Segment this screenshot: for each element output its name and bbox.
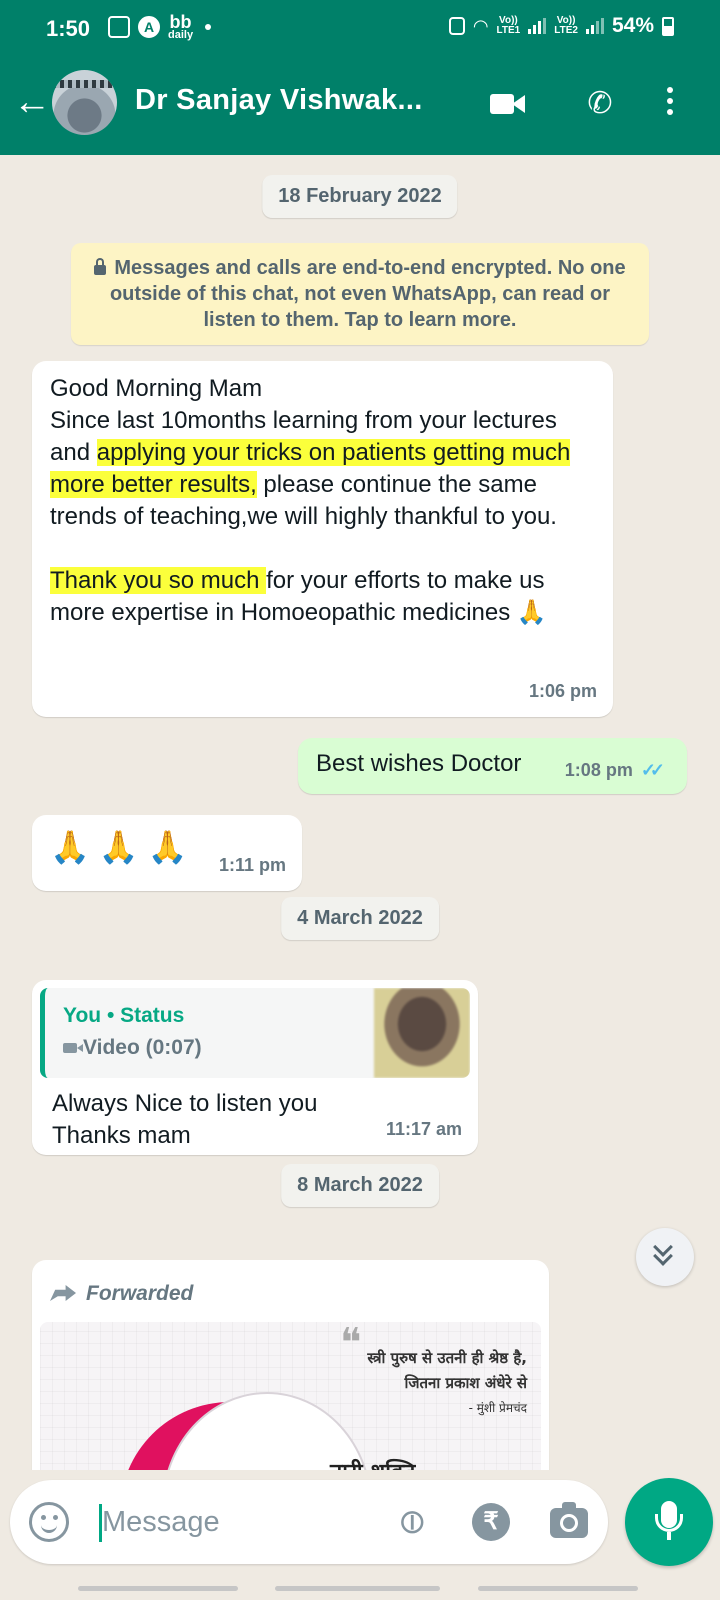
camera-icon[interactable] (550, 1502, 588, 1538)
contact-avatar[interactable] (52, 70, 117, 135)
emoji-icon[interactable] (29, 1502, 69, 1542)
poster-title: नारी शक्ति (330, 1457, 415, 1470)
message-time: 1:08 pm ✓✓ (564, 760, 665, 780)
message-input[interactable] (102, 1502, 362, 1542)
status-bar: 1:50 A bb daily ◠ Vo)) LTE1 Vo)) LTE2 54… (0, 0, 720, 58)
phone-icon[interactable]: ✆ (578, 82, 622, 126)
video-call-icon[interactable] (488, 82, 532, 126)
gallery-notification-icon (108, 16, 130, 38)
battery-percent: 54% (611, 14, 654, 37)
incoming-forwarded-message[interactable]: Forwarded ❝ स्त्री पुरुष से उतनी ही श्रे… (32, 1260, 549, 1470)
poster-quote: स्त्री पुरुष से उतनी ही श्रेष्ठ है, जितन… (367, 1349, 527, 1415)
incoming-message[interactable]: Good Morning Mam Since last 10months lea… (32, 361, 613, 717)
sim1-indicator: Vo)) LTE1 (496, 15, 521, 36)
highlighted-text: Thank you so much (50, 567, 267, 594)
mic-icon[interactable] (625, 1478, 713, 1566)
message-composer: ⊘ ₹ (10, 1480, 608, 1564)
contact-name[interactable]: Dr Sanjay Vishwak... (135, 84, 465, 117)
battery-icon (662, 16, 674, 36)
lock-icon (94, 258, 107, 275)
rupee-icon[interactable]: ₹ (472, 1503, 510, 1541)
date-divider: 18 February 2022 (262, 175, 458, 218)
quote-subtitle: Video (0:07) (63, 1032, 202, 1064)
incoming-message[interactable]: 🙏 🙏 🙏 1:11 pm (32, 815, 302, 891)
bbdaily-notification-icon: bb daily (168, 12, 194, 41)
attach-icon[interactable]: ⊘ (384, 1494, 441, 1551)
gesture-navigation-bar (0, 1578, 720, 1600)
forwarded-label: Forwarded (40, 1268, 541, 1322)
date-divider: 8 March 2022 (281, 1164, 439, 1207)
signal-sim2-icon (585, 18, 604, 34)
date-divider: 4 March 2022 (281, 897, 439, 940)
video-icon (63, 1043, 83, 1053)
outgoing-message[interactable]: Best wishes Doctor 1:08 pm ✓✓ (298, 738, 687, 794)
chat-area[interactable]: 18 February 2022 Messages and calls are … (0, 155, 720, 1470)
notification-icons: A bb daily (108, 12, 212, 41)
status-thumbnail (374, 988, 470, 1078)
chat-header: ← Dr Sanjay Vishwak... ✆ (0, 58, 720, 155)
more-notifications-dot (205, 24, 212, 30)
forward-icon (50, 1285, 76, 1301)
nav-gesture-home[interactable] (275, 1586, 440, 1591)
message-time: 11:17 am (385, 1119, 462, 1139)
wifi-icon: ◠ (472, 15, 489, 36)
system-indicators: ◠ Vo)) LTE1 Vo)) LTE2 54% (448, 14, 674, 38)
scroll-down-icon[interactable] (636, 1228, 694, 1286)
double-check-icon: ✓✓ (640, 760, 665, 780)
quote-title: You • Status (63, 1004, 185, 1027)
nav-gesture-left[interactable] (78, 1586, 238, 1591)
forwarded-image[interactable]: ❝ स्त्री पुरुष से उतनी ही श्रेष्ठ है, जि… (40, 1322, 541, 1470)
message-text: Good Morning Mam Since last 10months lea… (50, 375, 571, 626)
signal-sim1-icon (528, 18, 547, 34)
encryption-notice[interactable]: Messages and calls are end-to-end encryp… (71, 243, 649, 345)
message-time: 1:06 pm (528, 681, 597, 701)
more-options-icon[interactable] (658, 82, 682, 126)
app-notification-icon: A (138, 16, 160, 38)
status-time: 1:50 (46, 16, 91, 41)
quoted-status-reply[interactable]: You • Status Video (0:07) (40, 988, 470, 1078)
recycle-status-icon (448, 17, 465, 35)
back-arrow-icon[interactable]: ← (12, 82, 52, 122)
nav-gesture-right[interactable] (478, 1586, 638, 1591)
message-emoji: 🙏 🙏 🙏 (50, 829, 188, 865)
message-time: 1:11 pm (218, 855, 286, 875)
message-text: Best wishes Doctor (316, 750, 522, 777)
sim2-indicator: Vo)) LTE2 (554, 15, 578, 36)
incoming-message[interactable]: You • Status Video (0:07) Always Nice to… (32, 980, 478, 1155)
